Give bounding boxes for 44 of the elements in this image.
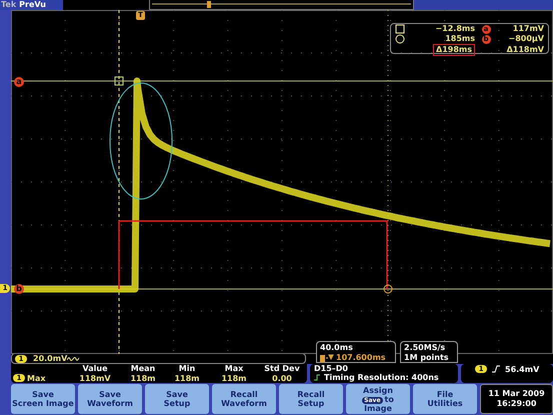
- channel-scale: 20.0mV: [33, 354, 68, 364]
- menu-button[interactable]: Recall Setup: [279, 384, 343, 414]
- measurement-value: 118mV: [78, 374, 112, 383]
- cursor-value: 117mV: [512, 24, 544, 34]
- measurement-value: 0.00: [271, 374, 293, 383]
- mode-label: PreVu: [19, 0, 64, 10]
- delta-time: Δ198ms: [433, 44, 475, 56]
- menu-button[interactable]: Recall Waveform: [212, 384, 276, 414]
- menu-button[interactable]: Save Screen Image: [11, 384, 75, 414]
- measurement-value: 118m: [220, 374, 248, 383]
- menu-button[interactable]: Save Setup: [145, 384, 209, 414]
- cursor-time: −12.8ms: [434, 24, 475, 34]
- trigger-level: 56.4mV: [505, 365, 540, 374]
- timing-resolution: Timing Resolution: 400ns: [324, 373, 439, 382]
- brand-label: Tek: [0, 0, 20, 10]
- cursor-label: b: [14, 284, 24, 294]
- cursor-label: a: [14, 77, 24, 87]
- cursor-value: −800µV: [508, 34, 544, 44]
- time-scale: 40.0ms: [320, 343, 354, 353]
- date-time: 11 Mar 2009 16:29:00: [480, 384, 553, 414]
- column-header: Max: [224, 364, 244, 374]
- menu-button[interactable]: File Utilities: [413, 384, 477, 414]
- square-icon: [395, 24, 405, 34]
- rising-edge-icon: [492, 365, 500, 373]
- delay-value: 107.600ms: [336, 353, 386, 363]
- measurement-value: 118m: [129, 374, 157, 383]
- column-header: Std Dev: [263, 364, 301, 374]
- cursor-time: 185ms: [444, 34, 475, 44]
- column-header: Value: [81, 364, 108, 374]
- digital-label: D15–D0: [314, 364, 349, 373]
- menu-button[interactable]: Save Waveform: [78, 384, 142, 414]
- measurement-name: Max: [27, 374, 46, 383]
- delta-value: Δ118mV: [506, 45, 544, 55]
- delay-icon: [320, 354, 334, 362]
- bandwidth-icon: [67, 356, 80, 362]
- cursor-circle-icon: [384, 284, 392, 294]
- digital-icon: [314, 374, 322, 381]
- cursor-square-icon: [114, 76, 124, 86]
- column-header: Min: [178, 364, 196, 374]
- circle-icon: [395, 34, 405, 44]
- column-header: Mean: [130, 364, 156, 374]
- sample-rate: 2.50MS/s: [404, 343, 446, 353]
- measurement-value: 118m: [173, 374, 201, 383]
- record-length: 1M points: [404, 353, 450, 363]
